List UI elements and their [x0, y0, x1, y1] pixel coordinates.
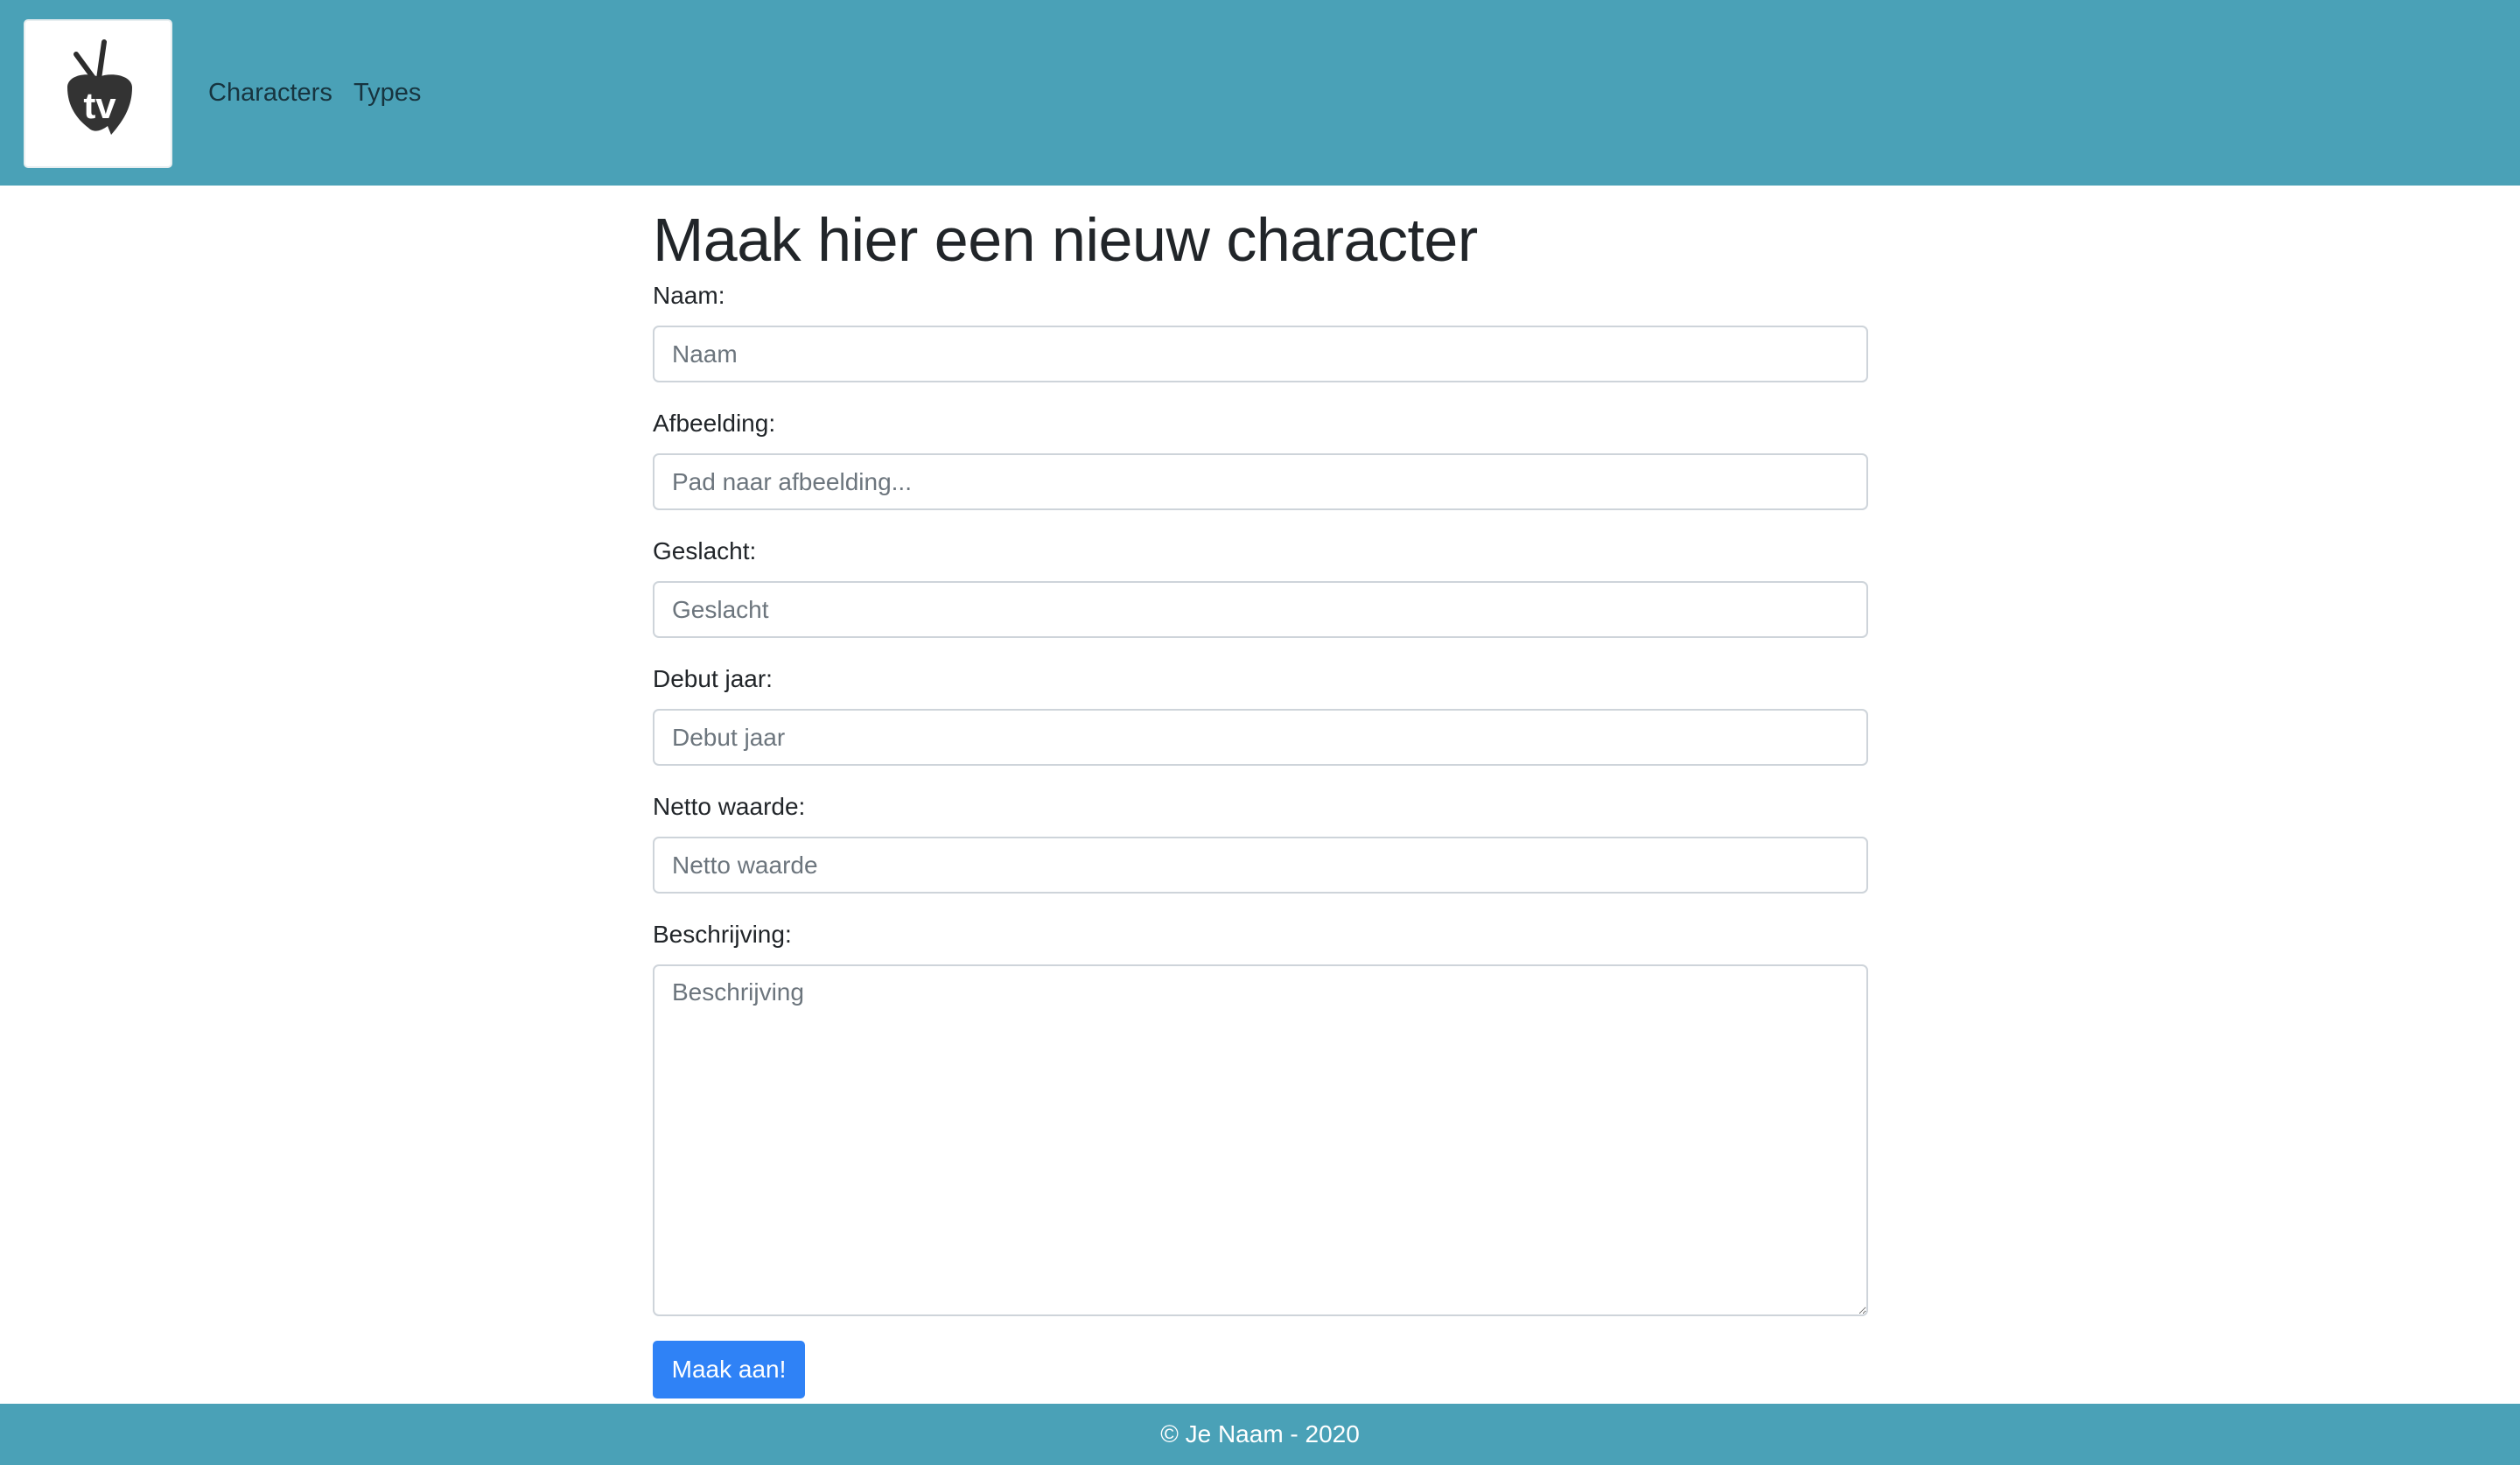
tv-logo-icon: tv — [67, 39, 132, 135]
page-title: Maak hier een nieuw character — [653, 206, 1478, 274]
description-textarea[interactable] — [653, 964, 1868, 1316]
footer: © Je Naam - 2020 — [0, 1404, 2520, 1465]
gender-label: Geslacht: — [653, 537, 757, 564]
net-worth-input[interactable] — [653, 837, 1868, 894]
image-label: Afbeelding: — [653, 410, 776, 437]
copyright-text: © Je Naam - 2020 — [1160, 1420, 1360, 1447]
navbar: tv Characters Types — [0, 0, 2520, 186]
nav-link-types[interactable]: Types — [354, 74, 421, 112]
debut-year-label: Debut jaar: — [653, 665, 773, 692]
gender-input[interactable] — [653, 581, 1868, 638]
image-path-input[interactable] — [653, 453, 1868, 510]
description-label: Beschrijving: — [653, 921, 792, 948]
submit-button[interactable]: Maak aan! — [653, 1341, 805, 1398]
nav-link-characters[interactable]: Characters — [208, 74, 332, 112]
logo-text: tv — [83, 85, 116, 126]
name-label: Naam: — [653, 282, 725, 309]
brand-logo[interactable]: tv — [24, 19, 172, 168]
name-input[interactable] — [653, 326, 1868, 382]
debut-year-input[interactable] — [653, 709, 1868, 766]
net-worth-label: Netto waarde: — [653, 793, 806, 820]
